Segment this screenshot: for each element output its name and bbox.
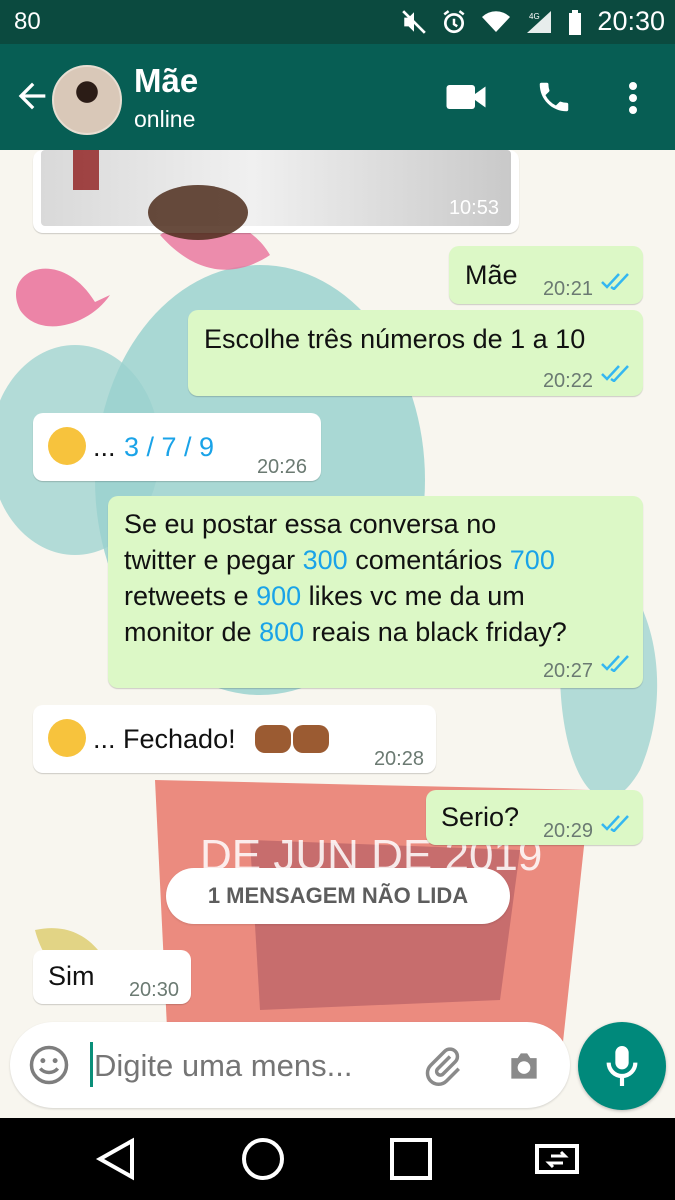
message-time: 20:26 <box>256 456 307 478</box>
read-receipt-icon <box>601 815 629 832</box>
message-incoming[interactable]: ... 3 / 7 / 9 20:26 <box>33 413 321 481</box>
emoji-icon[interactable] <box>28 1044 70 1086</box>
message-text: ... Fechado! <box>93 724 236 754</box>
nav-home-icon[interactable] <box>238 1136 288 1182</box>
nav-back-icon[interactable] <box>92 1136 142 1182</box>
thinking-face-icon <box>48 427 86 465</box>
alarm-icon <box>443 10 465 34</box>
highlighted-number: 800 <box>259 617 305 647</box>
chat-header: Mãe online <box>0 44 675 150</box>
nav-recents-icon[interactable] <box>386 1136 436 1182</box>
text-part: comentários <box>355 545 503 575</box>
message-time: 20:21 <box>542 278 593 300</box>
message-outgoing[interactable]: Mãe 20:21 <box>449 246 643 304</box>
image-message[interactable]: 10:53 <box>33 150 519 240</box>
chat-area[interactable]: DE JUN DE 2019 10:53 Mãe 20:21 Escolhe t… <box>0 150 675 1118</box>
message-incoming[interactable]: Sim 20:30 <box>33 950 191 1004</box>
message-composer[interactable] <box>10 1022 570 1108</box>
message-text: ... <box>93 432 116 462</box>
message-time: 20:22 <box>542 370 593 392</box>
text-part: monitor de <box>124 617 252 647</box>
message-text: Se eu postar essa conversa no twitter e … <box>124 506 644 650</box>
message-time: 20:30 <box>128 979 179 1001</box>
status-bar: 80 4G 20:30 <box>0 0 675 44</box>
contact-name[interactable]: Mãe <box>134 62 198 100</box>
status-clock: 20:30 <box>597 6 665 36</box>
message-outgoing[interactable]: Se eu postar essa conversa no twitter e … <box>108 496 643 688</box>
text-part: Se eu postar essa conversa no <box>124 509 497 539</box>
text-part: twitter e pegar <box>124 545 296 575</box>
read-receipt-icon <box>601 655 629 672</box>
unread-banner: 1 MENSAGEM NÃO LIDA <box>166 868 510 924</box>
message-text: Sim <box>48 961 95 991</box>
wifi-icon <box>482 11 510 33</box>
presence-status: online <box>134 106 196 132</box>
network-label: 4G <box>529 12 540 21</box>
contact-avatar[interactable] <box>52 65 122 135</box>
text-part: likes vc me da um <box>308 581 525 611</box>
highlighted-number: 300 <box>302 545 348 575</box>
fist-bump-icon <box>253 720 329 754</box>
image-detail <box>73 150 99 190</box>
attach-icon[interactable] <box>422 1046 464 1088</box>
image-preview[interactable] <box>41 150 511 226</box>
camera-icon[interactable] <box>503 1047 545 1085</box>
message-outgoing[interactable]: Escolhe três números de 1 a 10 20:22 <box>188 310 643 396</box>
battery-icon <box>569 10 581 35</box>
system-navigation-bar <box>0 1118 675 1200</box>
flushed-face-icon <box>48 719 86 757</box>
phone-icon[interactable] <box>535 78 573 116</box>
battery-percent: 80 <box>14 8 41 35</box>
message-time: 10:53 <box>448 197 499 219</box>
screen-rotate-icon[interactable] <box>532 1136 582 1182</box>
voice-message-button[interactable] <box>578 1022 666 1110</box>
message-outgoing[interactable]: Serio? 20:29 <box>426 790 643 845</box>
message-time: 20:28 <box>373 748 424 770</box>
message-time: 20:27 <box>542 660 593 682</box>
text-caret <box>90 1042 93 1087</box>
message-numbers: 3 / 7 / 9 <box>124 432 215 462</box>
video-call-icon[interactable] <box>445 82 487 112</box>
status-icons: 4G <box>401 9 583 37</box>
mic-icon <box>606 1046 638 1086</box>
signal-icon: 4G <box>527 11 551 33</box>
message-input[interactable] <box>92 1044 406 1088</box>
highlighted-number: 700 <box>509 545 555 575</box>
message-text: Serio? <box>441 802 520 832</box>
highlighted-number: 900 <box>256 581 302 611</box>
read-receipt-icon <box>601 365 629 382</box>
muted-icon <box>402 10 426 34</box>
read-receipt-icon <box>601 273 629 290</box>
text-part: retweets e <box>124 581 249 611</box>
message-incoming[interactable]: ... Fechado! 20:28 <box>33 705 436 773</box>
back-arrow-icon[interactable] <box>12 76 52 116</box>
message-time: 20:29 <box>542 820 593 842</box>
more-vert-icon[interactable] <box>622 78 644 118</box>
image-detail <box>148 185 248 240</box>
text-part: reais na black friday? <box>311 617 567 647</box>
message-text: Mãe <box>465 260 518 290</box>
message-text: Escolhe três números de 1 a 10 <box>204 324 586 354</box>
